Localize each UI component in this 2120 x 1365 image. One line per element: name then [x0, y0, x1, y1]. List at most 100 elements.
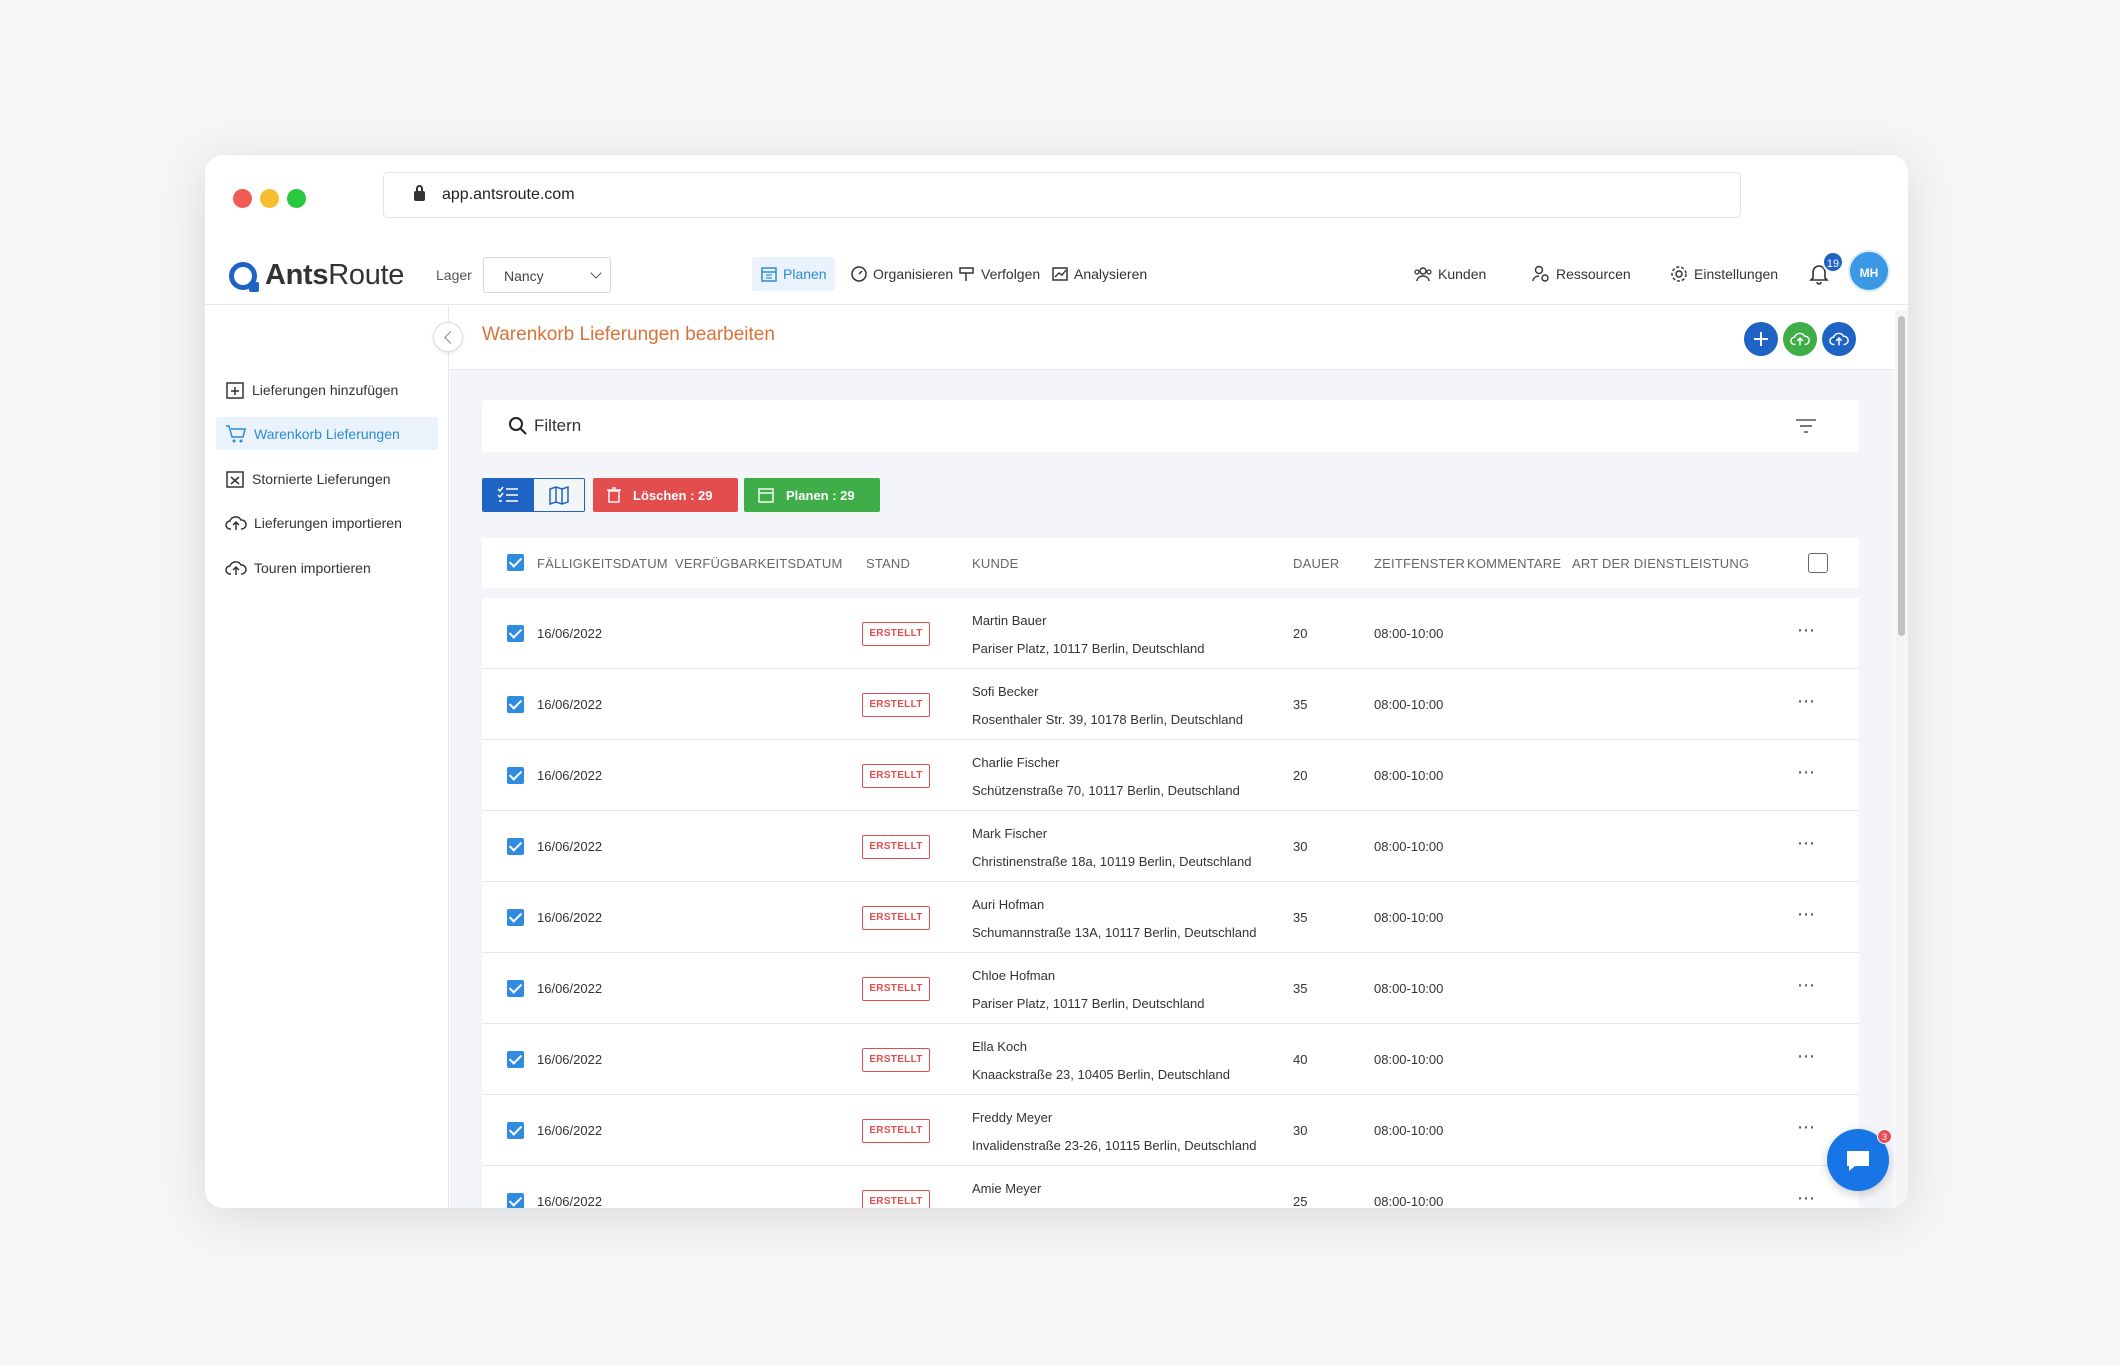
header-due-date[interactable]: FÄLLIGKEITSDATUM [537, 556, 668, 571]
table-header: FÄLLIGKEITSDATUM VERFÜGBARKEITSDATUM STA… [482, 538, 1859, 588]
row-duration: 40 [1293, 1052, 1308, 1067]
table-row[interactable]: 16/06/2022 ERSTELLT Charlie Fischer Schü… [482, 740, 1859, 811]
sidebar-item-warenkorb[interactable]: Warenkorb Lieferungen [216, 417, 438, 450]
list-view-button[interactable] [483, 479, 534, 511]
more-options-icon[interactable]: ⋯ [1797, 1117, 1816, 1138]
nav-einstellungen[interactable]: Einstellungen [1661, 257, 1786, 291]
sidebar-item-stornierte[interactable]: Stornierte Lieferungen [216, 462, 438, 495]
map-view-button[interactable] [534, 479, 585, 511]
vertical-scrollbar[interactable] [1895, 310, 1908, 1208]
table-row[interactable]: 16/06/2022 ERSTELLT Ella Koch Knaackstra… [482, 1024, 1859, 1095]
cloud-upload-icon [225, 515, 247, 530]
filter-bar[interactable]: Filtern [482, 400, 1859, 452]
row-checkbox[interactable] [507, 767, 524, 784]
row-checkbox[interactable] [507, 838, 524, 855]
user-avatar[interactable]: MH [1848, 250, 1890, 292]
lock-icon [414, 185, 425, 201]
sidebar-item-touren-importieren[interactable]: Touren importieren [216, 551, 438, 584]
filter-icon[interactable] [1795, 418, 1817, 434]
upload-blue-button[interactable] [1822, 322, 1856, 356]
nav-analysieren[interactable]: Analysieren [1043, 257, 1155, 291]
column-settings-icon[interactable] [1808, 553, 1828, 573]
delete-button[interactable]: Löschen : 29 [593, 478, 738, 512]
row-duration: 20 [1293, 768, 1308, 783]
select-all-checkbox[interactable] [507, 554, 524, 571]
header-customer[interactable]: KUNDE [972, 556, 1019, 571]
list-check-icon [497, 486, 519, 502]
row-checkbox[interactable] [507, 1051, 524, 1068]
table-row[interactable]: 16/06/2022 ERSTELLT Sofi Becker Rosentha… [482, 669, 1859, 740]
sidebar-item-lieferungen-hinzufuegen[interactable]: Lieferungen hinzufügen [216, 373, 438, 406]
nav-verfolgen-label: Verfolgen [981, 266, 1041, 282]
sidebar-item-lieferungen-importieren[interactable]: Lieferungen importieren [216, 506, 438, 539]
plan-button[interactable]: Planen : 29 [744, 478, 880, 512]
table-row[interactable]: 16/06/2022 ERSTELLT Martin Bauer Pariser… [482, 598, 1859, 669]
row-date: 16/06/2022 [537, 981, 603, 996]
address-bar[interactable]: app.antsroute.com [383, 172, 1741, 218]
row-customer-address: Schützenstraße 70, 10117 Berlin, Deutsch… [972, 783, 1240, 798]
scrollbar-thumb[interactable] [1898, 316, 1905, 636]
row-customer-address: Knaackstraße 23, 10405 Berlin, Deutschla… [972, 1067, 1230, 1082]
calendar-icon [758, 488, 774, 503]
table-row[interactable]: 16/06/2022 ERSTELLT Auri Hofman Schumann… [482, 882, 1859, 953]
row-time-window: 08:00-10:00 [1374, 1123, 1444, 1138]
lager-select[interactable]: Nancy [483, 257, 611, 293]
nav-ressourcen[interactable]: Ressourcen [1523, 257, 1639, 291]
page-title: Warenkorb Lieferungen bearbeiten [482, 324, 775, 345]
more-options-icon[interactable]: ⋯ [1797, 833, 1816, 854]
cart-icon [226, 424, 246, 442]
nav-kunden[interactable]: Kunden [1405, 257, 1494, 291]
header-duration[interactable]: DAUER [1293, 556, 1340, 571]
gauge-icon [851, 266, 867, 282]
logo[interactable]: AntsRoute [229, 259, 404, 292]
nav-organisieren-label: Organisieren [873, 266, 954, 282]
header-service-type[interactable]: ART DER DIENSTLEISTUNG [1572, 556, 1749, 571]
more-options-icon[interactable]: ⋯ [1797, 691, 1816, 712]
chevron-down-icon [590, 267, 602, 279]
nav-planen-label: Planen [783, 266, 827, 282]
header-status[interactable]: STAND [866, 556, 910, 571]
more-options-icon[interactable]: ⋯ [1797, 620, 1816, 641]
row-date: 16/06/2022 [537, 1052, 603, 1067]
row-checkbox[interactable] [507, 909, 524, 926]
row-date: 16/06/2022 [537, 839, 603, 854]
table-row[interactable]: 16/06/2022 ERSTELLT Amie Meyer 25 08:00-… [482, 1166, 1859, 1208]
nav-organisieren[interactable]: Organisieren [842, 257, 961, 291]
row-checkbox[interactable] [507, 1122, 524, 1139]
more-options-icon[interactable]: ⋯ [1797, 1046, 1816, 1067]
cloud-upload-icon [225, 560, 247, 575]
more-options-icon[interactable]: ⋯ [1797, 975, 1816, 996]
row-time-window: 08:00-10:00 [1374, 981, 1444, 996]
row-checkbox[interactable] [507, 625, 524, 642]
header-comments[interactable]: KOMMENTARE [1467, 556, 1561, 571]
close-window-button[interactable] [233, 189, 252, 208]
row-customer-name: Amie Meyer [972, 1181, 1042, 1196]
table-row[interactable]: 16/06/2022 ERSTELLT Chloe Hofman Pariser… [482, 953, 1859, 1024]
upload-green-button[interactable] [1783, 322, 1817, 356]
table-row[interactable]: 16/06/2022 ERSTELLT Freddy Meyer Invalid… [482, 1095, 1859, 1166]
table-row[interactable]: 16/06/2022 ERSTELLT Mark Fischer Christi… [482, 811, 1859, 882]
header-availability-date[interactable]: VERFÜGBARKEITSDATUM [675, 556, 843, 571]
nav-planen[interactable]: Planen [752, 257, 835, 291]
more-options-icon[interactable]: ⋯ [1797, 1188, 1816, 1208]
more-options-icon[interactable]: ⋯ [1797, 762, 1816, 783]
row-checkbox[interactable] [507, 696, 524, 713]
more-options-icon[interactable]: ⋯ [1797, 904, 1816, 925]
row-date: 16/06/2022 [537, 626, 603, 641]
row-checkbox[interactable] [507, 1193, 524, 1208]
minimize-window-button[interactable] [260, 189, 279, 208]
row-duration: 25 [1293, 1194, 1308, 1208]
row-customer-address: Invalidenstraße 23-26, 10115 Berlin, Deu… [972, 1138, 1257, 1153]
status-badge: ERSTELLT [862, 693, 930, 717]
nav-verfolgen[interactable]: Verfolgen [950, 257, 1048, 291]
add-button[interactable] [1744, 322, 1778, 356]
header-time-window[interactable]: ZEITFENSTER [1374, 556, 1465, 571]
row-date: 16/06/2022 [537, 910, 603, 925]
row-duration: 35 [1293, 981, 1308, 996]
row-checkbox[interactable] [507, 980, 524, 997]
collapse-sidebar-button[interactable] [433, 322, 463, 352]
row-customer-name: Martin Bauer [972, 613, 1047, 628]
page-header: Warenkorb Lieferungen bearbeiten [450, 306, 1894, 370]
nav-kunden-label: Kunden [1438, 266, 1487, 282]
maximize-window-button[interactable] [287, 189, 306, 208]
